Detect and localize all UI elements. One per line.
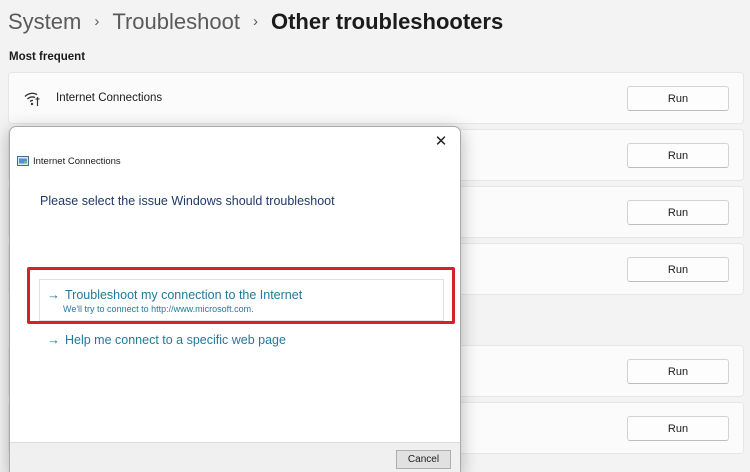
breadcrumb-troubleshoot[interactable]: Troubleshoot	[112, 9, 240, 35]
dialog-heading: Please select the issue Windows should t…	[40, 194, 335, 208]
breadcrumb: System › Troubleshoot › Other troublesho…	[8, 6, 503, 38]
run-button[interactable]: Run	[627, 359, 729, 384]
section-title-most-frequent: Most frequent	[9, 51, 86, 63]
troubleshooter-app-icon	[17, 156, 29, 166]
option-label[interactable]: Help me connect to a specific web page	[65, 333, 286, 347]
page-title: Other troubleshooters	[270, 9, 504, 34]
highlight-box	[27, 267, 455, 324]
connect-specific-page-option[interactable]: → Help me connect to a specific web page	[47, 332, 286, 347]
run-button[interactable]: Run	[627, 143, 729, 168]
arrow-right-icon: →	[47, 332, 60, 347]
dialog-footer: Cancel	[10, 442, 460, 472]
troubleshooter-row-internet-connections: Internet Connections Run	[8, 72, 744, 124]
breadcrumb-separator: ›	[252, 12, 258, 30]
run-button[interactable]: Run	[627, 416, 729, 441]
run-button[interactable]: Run	[627, 200, 729, 225]
wifi-icon	[24, 92, 40, 106]
cancel-button[interactable]: Cancel	[396, 450, 451, 469]
close-icon[interactable]: ✕	[430, 131, 452, 151]
run-internet-connections-button[interactable]: Run	[627, 86, 729, 111]
breadcrumb-system[interactable]: System	[8, 9, 81, 35]
internet-connections-dialog: ✕ Internet Connections Please select the…	[9, 126, 461, 472]
run-button[interactable]: Run	[627, 257, 729, 282]
row-label: Internet Connections	[56, 92, 163, 104]
breadcrumb-separator: ›	[94, 12, 100, 30]
dialog-title: Internet Connections	[33, 156, 121, 167]
